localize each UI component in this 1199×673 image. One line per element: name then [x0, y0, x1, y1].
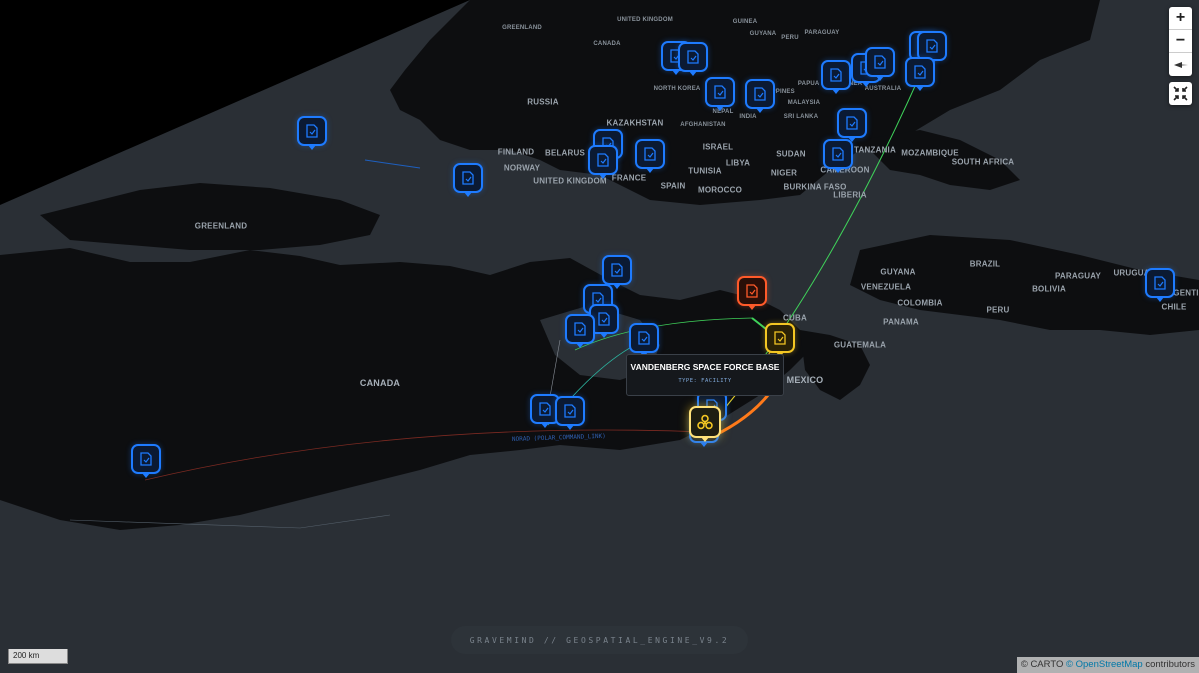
document-icon [644, 147, 656, 161]
facility-tooltip: VANDENBERG SPACE FORCE BASE TYPE: FACILI… [626, 354, 784, 396]
document-icon [926, 39, 938, 53]
document-marker[interactable] [453, 163, 483, 197]
document-icon [140, 452, 152, 466]
document-icon [574, 322, 586, 336]
engine-banner: GRAVEMIND // GEOSPATIAL_ENGINE_V9.2 [451, 626, 748, 654]
document-icon [914, 65, 926, 79]
document-marker[interactable] [131, 444, 161, 478]
document-icon [774, 331, 786, 345]
fullscreen-button[interactable] [1169, 82, 1192, 105]
reset-bearing-button[interactable] [1169, 53, 1192, 76]
document-icon [462, 171, 474, 185]
fullscreen-control [1169, 82, 1192, 105]
compass-icon [1173, 61, 1188, 68]
document-marker[interactable] [629, 323, 659, 357]
attribution-osm-link[interactable]: © OpenStreetMap [1066, 659, 1143, 670]
document-marker[interactable] [297, 116, 327, 150]
tooltip-type: TYPE: FACILITY [678, 378, 732, 384]
attribution-suffix: contributors [1142, 659, 1195, 670]
collapse-icon [1173, 86, 1188, 101]
zoom-out-button[interactable]: − [1169, 30, 1192, 53]
document-icon [1154, 276, 1166, 290]
document-icon [687, 50, 699, 64]
document-icon [754, 87, 766, 101]
document-marker[interactable] [765, 323, 795, 357]
document-icon [564, 404, 576, 418]
document-marker[interactable] [588, 145, 618, 179]
document-marker[interactable] [1145, 268, 1175, 302]
document-icon [598, 312, 610, 326]
attribution-carto: © CARTO [1020, 659, 1064, 670]
document-marker[interactable] [823, 139, 853, 173]
document-marker[interactable] [678, 42, 708, 76]
document-marker[interactable] [865, 47, 895, 81]
document-icon [611, 263, 623, 277]
document-marker[interactable] [705, 77, 735, 111]
document-icon [638, 331, 650, 345]
document-marker[interactable] [905, 57, 935, 91]
document-icon [746, 284, 758, 298]
scale-bar: 200 km [8, 649, 68, 664]
document-marker[interactable] [745, 79, 775, 113]
document-marker[interactable] [565, 314, 595, 348]
attribution: © CARTO © OpenStreetMap contributors [1016, 657, 1199, 673]
document-icon [306, 124, 318, 138]
document-icon [714, 85, 726, 99]
document-marker[interactable] [737, 276, 767, 310]
document-icon [539, 402, 551, 416]
document-marker[interactable] [635, 139, 665, 173]
zoom-control: + − [1169, 7, 1192, 76]
document-icon [846, 116, 858, 130]
document-marker[interactable] [602, 255, 632, 289]
zoom-in-button[interactable]: + [1169, 7, 1192, 30]
document-icon [597, 153, 609, 167]
document-icon [830, 68, 842, 82]
facility-marker-selected[interactable] [689, 406, 721, 442]
hazard-icon [697, 414, 713, 430]
document-icon [874, 55, 886, 69]
document-icon [832, 147, 844, 161]
document-marker[interactable] [821, 60, 851, 94]
document-marker[interactable] [837, 108, 867, 142]
document-marker[interactable] [555, 396, 585, 430]
tooltip-title: VANDENBERG SPACE FORCE BASE [630, 362, 780, 372]
